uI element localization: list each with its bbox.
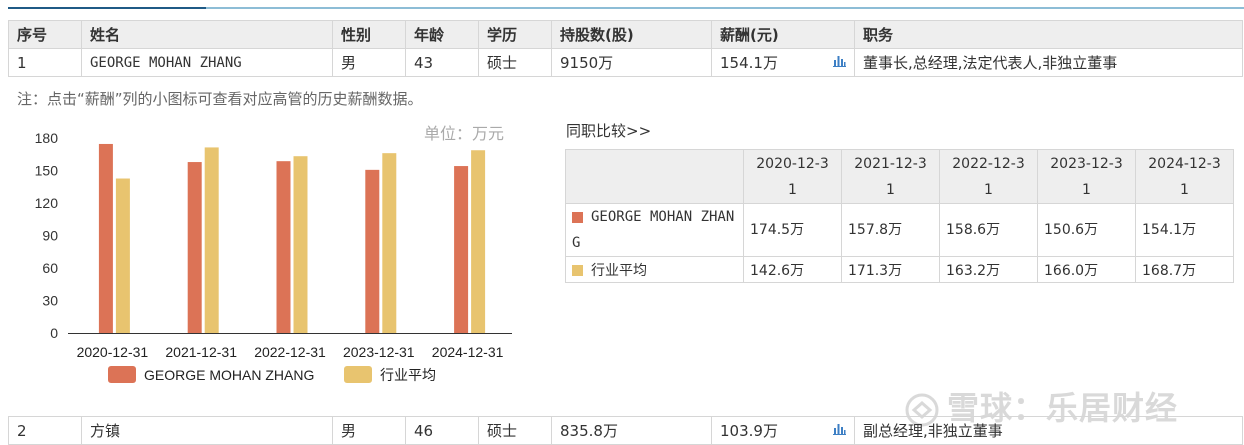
bar-chart-icon[interactable] — [833, 422, 846, 435]
executive-table: 序号 姓名 性别 年龄 学历 持股数(股) 薪酬(元) 职务 1 GEORGE … — [8, 20, 1243, 77]
bar-industry — [471, 150, 486, 333]
legend-label: GEORGE MOHAN ZHANG — [144, 367, 314, 383]
x-tick-label: 2022-12-31 — [254, 344, 326, 360]
cell-gender: 男 — [332, 416, 406, 445]
comparison-cell: 168.7万 — [1135, 256, 1234, 283]
cell-salary: 154.1万 — [711, 48, 855, 77]
executive-table-row-2: 2 方镇 男 46 硕士 835.8万 103.9万 副总经理,非独立董事 — [8, 416, 1243, 445]
cell-education: 硕士 — [478, 48, 552, 77]
bar-industry — [293, 156, 308, 333]
col-shares: 持股数(股) — [551, 20, 712, 49]
col-gender: 性别 — [332, 20, 406, 49]
comparison-cell: 142.6万 — [743, 256, 842, 283]
y-tick-label: 60 — [42, 260, 58, 276]
comparison-cell: 150.6万 — [1037, 203, 1136, 257]
comparison-series-label: GEORGE MOHAN ZHANG — [565, 203, 744, 257]
cell-shares: 9150万 — [551, 48, 712, 77]
comparison-cell: 171.3万 — [841, 256, 940, 283]
x-tick-label: 2024-12-31 — [432, 344, 504, 360]
cell-shares: 835.8万 — [551, 416, 712, 445]
hint-note: 注：点击“薪酬”列的小图标可查看对应高管的历史薪酬数据。 — [17, 90, 423, 108]
cell-salary: 103.9万 — [711, 416, 855, 445]
comparison-series-label: 行业平均 — [565, 256, 744, 283]
comparison-cell: 158.6万 — [939, 203, 1038, 257]
salary-value: 103.9万 — [720, 422, 778, 440]
cell-position: 董事长,总经理,法定代表人,非独立董事 — [854, 48, 1243, 77]
comparison-date: 2023-12-3 1 — [1037, 149, 1136, 204]
y-tick-label: 30 — [42, 293, 58, 309]
comparison-date: 2021-12-3 1 — [841, 149, 940, 204]
col-education: 学历 — [478, 20, 552, 49]
cell-name: GEORGE MOHAN ZHANG — [81, 48, 333, 77]
col-salary: 薪酬(元) — [711, 20, 855, 49]
comparison-cell: 157.8万 — [841, 203, 940, 257]
cell-age: 43 — [405, 48, 479, 77]
comparison-cell: 174.5万 — [743, 203, 842, 257]
y-tick-label: 180 — [35, 130, 59, 146]
y-tick-label: 0 — [50, 325, 58, 341]
table-row: 2 方镇 男 46 硕士 835.8万 103.9万 副总经理,非独立董事 — [8, 416, 1243, 445]
salary-bar-chart: 0 30 60 90 120 150 180 2020-12-31 2021-12-31 2022… — [35, 130, 512, 383]
comparison-corner — [565, 149, 744, 204]
bar-chart-icon[interactable] — [833, 54, 846, 67]
col-index: 序号 — [8, 20, 82, 49]
comparison-date: 2022-12-3 1 — [939, 149, 1038, 204]
legend-swatch — [344, 366, 372, 383]
bar-industry — [115, 178, 130, 333]
bar-person — [276, 161, 291, 333]
cell-age: 46 — [405, 416, 479, 445]
cell-index: 1 — [8, 48, 82, 77]
comparison-date: 2024-12-3 1 — [1135, 149, 1234, 204]
comparison-date: 2020-12-3 1 — [743, 149, 842, 204]
cell-position: 副总经理,非独立董事 — [854, 416, 1243, 445]
comparison-cell: 154.1万 — [1135, 203, 1234, 257]
comparison-cell: 166.0万 — [1037, 256, 1136, 283]
comparison-row-industry: 行业平均 142.6万 171.3万 163.2万 166.0万 168.7万 — [565, 256, 1234, 283]
comparison-table: 2020-12-3 1 2021-12-3 1 2022-12-3 1 2023-12… — [565, 149, 1234, 283]
comparison-row-person: GEORGE MOHAN ZHANG 174.5万 157.8万 158.6万 … — [565, 203, 1234, 257]
peer-compare-link[interactable]: 同职比较>> — [566, 120, 651, 141]
legend-label: 行业平均 — [380, 367, 436, 383]
y-tick-label: 150 — [35, 163, 59, 179]
cell-index: 2 — [8, 416, 82, 445]
cell-education: 硕士 — [478, 416, 552, 445]
x-tick-label: 2023-12-31 — [343, 344, 415, 360]
bar-person — [365, 169, 380, 333]
col-position: 职务 — [854, 20, 1243, 49]
legend-swatch-industry — [572, 265, 583, 276]
bar-industry — [204, 147, 219, 333]
top-rule-accent — [8, 7, 206, 9]
bar-person — [187, 162, 202, 333]
cell-gender: 男 — [332, 48, 406, 77]
x-tick-label: 2020-12-31 — [77, 344, 149, 360]
y-tick-label: 90 — [42, 228, 58, 244]
table-header-row: 序号 姓名 性别 年龄 学历 持股数(股) 薪酬(元) 职务 — [8, 20, 1243, 49]
salary-value: 154.1万 — [720, 54, 778, 72]
comparison-header-row: 2020-12-3 1 2021-12-3 1 2022-12-3 1 2023-12… — [565, 149, 1234, 204]
comparison-cell: 163.2万 — [939, 256, 1038, 283]
table-row: 1 GEORGE MOHAN ZHANG 男 43 硕士 9150万 154.1… — [8, 48, 1243, 77]
cell-name: 方镇 — [81, 416, 333, 445]
top-rule — [8, 7, 1244, 9]
x-tick-label: 2021-12-31 — [165, 344, 237, 360]
legend-swatch-person — [572, 211, 583, 223]
legend-swatch — [108, 366, 136, 383]
col-age: 年龄 — [405, 20, 479, 49]
col-name: 姓名 — [81, 20, 333, 49]
bar-industry — [382, 153, 397, 333]
bar-person — [98, 143, 113, 333]
y-tick-label: 120 — [35, 195, 59, 211]
bar-person — [454, 166, 469, 333]
